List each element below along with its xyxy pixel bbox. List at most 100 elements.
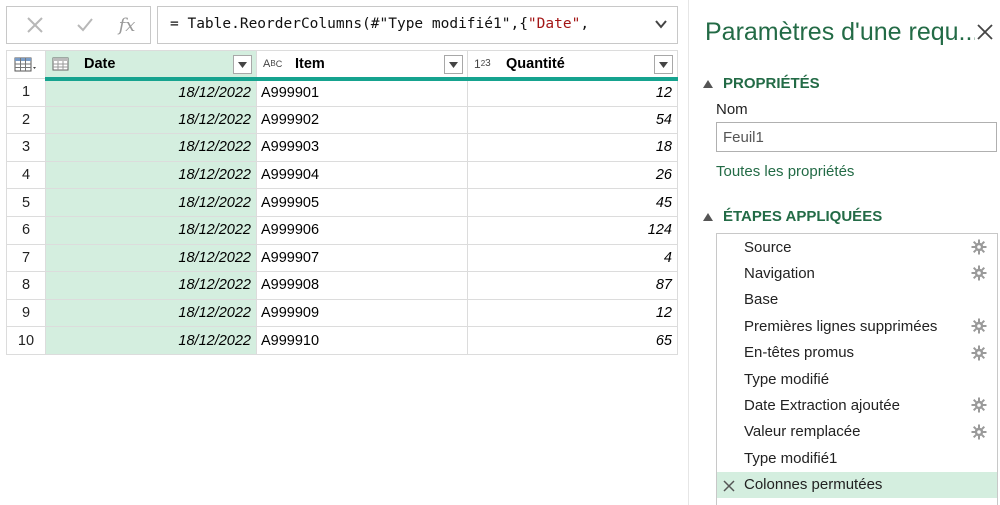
applied-step-item[interactable]: Navigation	[717, 260, 997, 286]
cell-date[interactable]: 18/12/2022	[45, 133, 257, 162]
cell-date[interactable]: 18/12/2022	[45, 160, 257, 190]
row-number[interactable]: 6	[6, 215, 46, 245]
chevron-down-icon[interactable]	[653, 16, 669, 32]
calendar-icon	[52, 56, 74, 72]
row-number[interactable]: 7	[6, 243, 46, 273]
row-number[interactable]: 1	[6, 78, 46, 107]
table-menu-corner[interactable]	[6, 50, 46, 79]
applied-step-item[interactable]: Premières lignes supprimées	[717, 313, 997, 339]
row-number[interactable]: 2	[6, 105, 46, 135]
cell-quantite[interactable]: 45	[467, 188, 678, 217]
cell-date[interactable]: 18/12/2022	[45, 243, 257, 273]
cell-item[interactable]: A999904	[256, 160, 468, 190]
row-number[interactable]: 10	[6, 326, 46, 355]
close-icon[interactable]	[976, 23, 994, 41]
cell-item[interactable]: A999902	[256, 105, 468, 135]
step-label: Source	[744, 238, 792, 256]
properties-section-header[interactable]: PROPRIÉTÉS	[703, 75, 820, 92]
row-number[interactable]: 3	[6, 133, 46, 162]
applied-step-item[interactable]: Valeur remplacée	[717, 419, 997, 445]
applied-step-item[interactable]: Date Extraction ajoutée	[717, 392, 997, 418]
filter-dropdown-button[interactable]	[654, 55, 673, 74]
gear-icon[interactable]	[971, 397, 987, 413]
cell-date[interactable]: 18/12/2022	[45, 271, 257, 300]
query-name-input[interactable]	[716, 122, 997, 152]
cell-item[interactable]: A999909	[256, 298, 468, 328]
table-row[interactable]: 1 18/12/2022 A999901 12	[6, 78, 678, 107]
cell-quantite[interactable]: 4	[467, 243, 678, 273]
table-row[interactable]: 4 18/12/2022 A999904 26	[6, 160, 678, 190]
table-row[interactable]: 10 18/12/2022 A999910 65	[6, 326, 678, 355]
gear-icon[interactable]	[971, 318, 987, 334]
cell-item[interactable]: A999907	[256, 243, 468, 273]
table-row[interactable]: 8 18/12/2022 A999908 87	[6, 271, 678, 300]
row-number[interactable]: 9	[6, 298, 46, 328]
table-row[interactable]: 3 18/12/2022 A999903 18	[6, 133, 678, 162]
cell-item[interactable]: A999908	[256, 271, 468, 300]
gear-icon[interactable]	[971, 265, 987, 281]
fx-icon[interactable]: fx	[105, 7, 149, 43]
row-number[interactable]: 4	[6, 160, 46, 190]
gear-icon[interactable]	[971, 239, 987, 255]
cell-date[interactable]: 18/12/2022	[45, 105, 257, 135]
column-header-quantite[interactable]: 123 Quantité	[467, 50, 678, 81]
cell-date[interactable]: 18/12/2022	[45, 188, 257, 217]
step-label: Valeur remplacée	[744, 423, 861, 441]
x-icon[interactable]	[13, 7, 57, 43]
formula-input[interactable]: = Table.ReorderColumns(#"Type modifié1",…	[157, 6, 678, 44]
applied-step-item[interactable]: En-têtes promus	[717, 340, 997, 366]
column-label: Item	[295, 55, 325, 72]
applied-step-item[interactable]: Colonnes permutées	[717, 471, 997, 498]
cell-item[interactable]: A999906	[256, 215, 468, 245]
step-label: Date Extraction ajoutée	[744, 397, 900, 415]
check-icon[interactable]	[63, 7, 107, 43]
row-number[interactable]: 8	[6, 271, 46, 300]
applied-steps-section-header[interactable]: ÉTAPES APPLIQUÉES	[703, 208, 882, 225]
cell-date[interactable]: 18/12/2022	[45, 326, 257, 355]
column-header-item[interactable]: ABC Item	[256, 50, 468, 81]
applied-step-item[interactable]: Type modifié	[717, 366, 997, 392]
caret-down-icon	[238, 61, 247, 68]
cell-date[interactable]: 18/12/2022	[45, 215, 257, 245]
cell-quantite[interactable]: 87	[467, 271, 678, 300]
cell-quantite[interactable]: 12	[467, 78, 678, 107]
cell-item[interactable]: A999901	[256, 78, 468, 107]
table-row[interactable]: 5 18/12/2022 A999905 45	[6, 188, 678, 217]
column-label: Quantité	[506, 55, 565, 72]
cell-item[interactable]: A999910	[256, 326, 468, 355]
cell-item[interactable]: A999905	[256, 188, 468, 217]
table-row[interactable]: 2 18/12/2022 A999902 54	[6, 105, 678, 135]
filter-dropdown-button[interactable]	[444, 55, 463, 74]
cell-quantite[interactable]: 124	[467, 215, 678, 245]
collapse-triangle-icon	[703, 79, 713, 88]
row-number[interactable]: 5	[6, 188, 46, 217]
column-label: Date	[84, 55, 116, 72]
gear-icon[interactable]	[971, 345, 987, 361]
cell-date[interactable]: 18/12/2022	[45, 298, 257, 328]
table-row[interactable]: 9 18/12/2022 A999909 12	[6, 298, 678, 328]
applied-step-item[interactable]: Base	[717, 287, 997, 313]
applied-step-item[interactable]: Type modifié1	[717, 445, 997, 471]
cell-quantite[interactable]: 65	[467, 326, 678, 355]
cell-date[interactable]: 18/12/2022	[45, 78, 257, 107]
step-label: Type modifié1	[744, 449, 838, 467]
gear-icon[interactable]	[971, 424, 987, 440]
collapse-triangle-icon	[703, 212, 713, 221]
applied-step-item[interactable]: Source	[717, 234, 997, 260]
cell-quantite[interactable]: 18	[467, 133, 678, 162]
cell-quantite[interactable]: 26	[467, 160, 678, 190]
formula-string: "Date"	[527, 16, 581, 32]
table-row[interactable]: 6 18/12/2022 A999906 124	[6, 215, 678, 245]
cell-item[interactable]: A999903	[256, 133, 468, 162]
formula-bar-buttons: fx	[6, 6, 151, 44]
filter-dropdown-button[interactable]	[233, 55, 252, 74]
table-row[interactable]: 7 18/12/2022 A999907 4	[6, 243, 678, 273]
cell-quantite[interactable]: 12	[467, 298, 678, 328]
column-header-date[interactable]: Date	[45, 50, 257, 81]
text-type-icon: ABC	[263, 57, 283, 70]
section-label: PROPRIÉTÉS	[723, 75, 820, 92]
step-label: Base	[744, 291, 779, 309]
delete-step-icon[interactable]	[723, 479, 735, 492]
all-properties-link[interactable]: Toutes les propriétés	[716, 163, 854, 180]
cell-quantite[interactable]: 54	[467, 105, 678, 135]
